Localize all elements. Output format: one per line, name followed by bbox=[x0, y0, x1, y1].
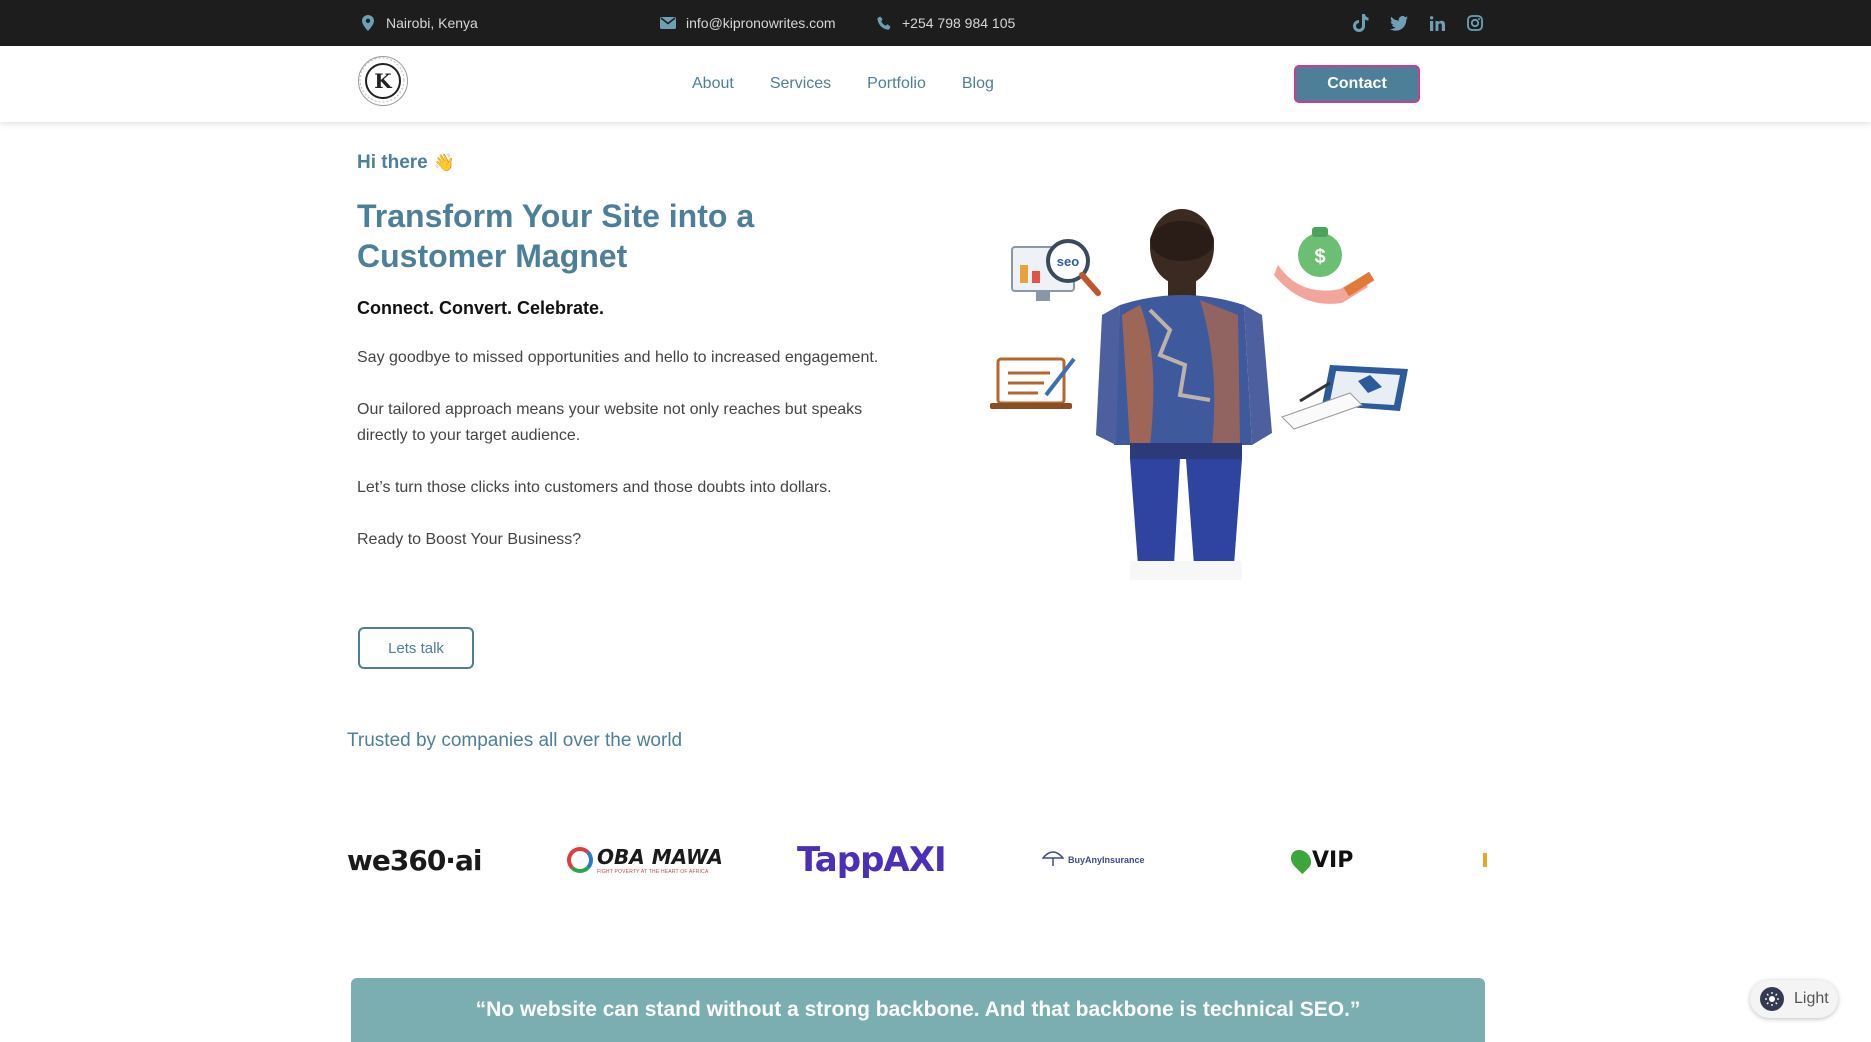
svg-text:seo: seo bbox=[1057, 254, 1079, 269]
envelope-icon bbox=[660, 15, 676, 31]
client-logo-oba-mawa: OBA MAWA FIGHT POVERTY AT THE HEART OF A… bbox=[567, 830, 723, 890]
oba-mawa-mark-icon bbox=[567, 847, 593, 873]
hero-person-image: seo $ bbox=[990, 209, 1408, 580]
contact-button[interactable]: Contact bbox=[1294, 65, 1420, 103]
location-info: Nairobi, Kenya bbox=[360, 0, 478, 46]
vip-drop-icon bbox=[1286, 845, 1316, 875]
lets-talk-button[interactable]: Lets talk bbox=[358, 627, 474, 669]
phone-link[interactable]: +254 798 984 105 bbox=[902, 15, 1015, 31]
hero-headline: Transform Your Site into a Customer Magn… bbox=[357, 198, 755, 274]
email-link[interactable]: info@kipronowrites.com bbox=[686, 15, 836, 31]
phone-icon bbox=[876, 15, 892, 31]
client-logo-partial bbox=[1483, 830, 1487, 890]
client-logos-strip: we360·ai OBA MAWA FIGHT POVERTY AT THE H… bbox=[347, 830, 1487, 890]
quote-text: “No website can stand without a strong b… bbox=[475, 998, 1361, 1021]
sun-icon bbox=[1760, 987, 1784, 1011]
site-header: K About Services Portfolio Blog Contact bbox=[0, 46, 1871, 122]
hero-paragraph-2: Our tailored approach means your website… bbox=[357, 401, 863, 444]
svg-text:$: $ bbox=[1314, 246, 1325, 268]
nav-services[interactable]: Services bbox=[770, 75, 831, 93]
map-pin-icon bbox=[360, 15, 376, 31]
email-info[interactable]: info@kipronowrites.com bbox=[660, 0, 836, 46]
nav-portfolio[interactable]: Portfolio bbox=[867, 75, 926, 93]
nav-blog[interactable]: Blog bbox=[962, 75, 994, 93]
phone-info[interactable]: +254 798 984 105 bbox=[876, 0, 1015, 46]
logo-ring-icon bbox=[359, 57, 405, 103]
theme-toggle[interactable]: Light bbox=[1750, 980, 1838, 1018]
seo-monitor-icon: seo bbox=[1011, 239, 1101, 301]
hero-text: Hi there 👋 Transform Your Site into a Cu… bbox=[357, 148, 917, 553]
hero-paragraph-3: Let’s turn those clicks into customers a… bbox=[357, 479, 832, 496]
client-logo-buyanyinsurance: BuyAnyInsurance bbox=[1041, 830, 1145, 890]
hero-paragraph-1: Say goodbye to missed opportunities and … bbox=[357, 349, 879, 366]
greeting-text: Hi there bbox=[357, 152, 428, 173]
top-info-bar: Nairobi, Kenya info@kipronowrites.com +2… bbox=[0, 0, 1871, 46]
trusted-heading: Trusted by companies all over the world bbox=[347, 730, 683, 751]
main-nav: About Services Portfolio Blog bbox=[692, 46, 994, 122]
site-logo[interactable]: K bbox=[358, 56, 408, 106]
laptop-contract-icon bbox=[1281, 365, 1408, 430]
client-logo-vip: VIP bbox=[1286, 830, 1353, 890]
laptop-writing-icon bbox=[990, 357, 1076, 409]
client-logo-we360: we360·ai bbox=[347, 843, 482, 877]
twitter-icon[interactable] bbox=[1390, 14, 1408, 32]
greeting: Hi there 👋 bbox=[357, 148, 917, 178]
hero-illustration: seo $ bbox=[990, 205, 1420, 580]
instagram-icon[interactable] bbox=[1466, 14, 1484, 32]
hero-tagline: Connect. Convert. Celebrate. bbox=[357, 298, 605, 318]
theme-toggle-label: Light bbox=[1794, 990, 1829, 1007]
money-bag-icon: $ bbox=[1274, 227, 1375, 304]
client-logo-tappaxi: TappAXI bbox=[797, 840, 947, 880]
tiktok-icon[interactable] bbox=[1352, 14, 1370, 32]
hero-paragraph-4: Ready to Boost Your Business? bbox=[357, 531, 582, 548]
waving-hand-icon: 👋 bbox=[433, 153, 455, 172]
location-text: Nairobi, Kenya bbox=[386, 15, 478, 31]
nav-about[interactable]: About bbox=[692, 75, 734, 93]
umbrella-icon bbox=[1041, 848, 1065, 873]
linkedin-icon[interactable] bbox=[1428, 14, 1446, 32]
social-links bbox=[1352, 0, 1484, 46]
quote-band: “No website can stand without a strong b… bbox=[351, 978, 1485, 1042]
